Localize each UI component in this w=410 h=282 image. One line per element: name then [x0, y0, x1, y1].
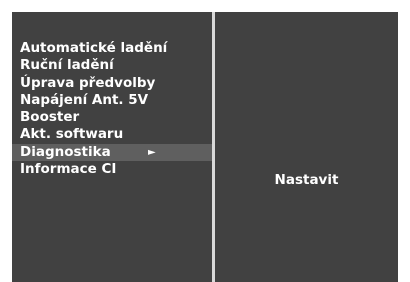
menu-item-automatic-tuning[interactable]: Automatické ladění	[12, 40, 212, 57]
set-option[interactable]: Nastavit	[215, 172, 398, 188]
menu-item-label: Booster	[20, 109, 80, 126]
menu-item-label: Informace CI	[20, 161, 117, 178]
menu-item-label: Ruční ladění	[20, 57, 114, 74]
menu-item-diagnostics[interactable]: Diagnostika ►	[12, 143, 212, 162]
menu-item-label: Úprava předvolby	[20, 74, 156, 91]
menu-item-label: Automatické ladění	[20, 40, 168, 56]
menu-item-label: Akt. softwaru	[20, 126, 124, 143]
tv-setup-screen: Automatické ladění Ruční ladění Úprava p…	[0, 0, 410, 282]
menu-panel: Automatické ladění Ruční ladění Úprava p…	[12, 12, 212, 282]
menu-list: Automatické ladění Ruční ladění Úprava p…	[12, 40, 212, 178]
menu-item-antenna-power[interactable]: Napájení Ant. 5V	[12, 92, 212, 109]
menu-item-ci-information[interactable]: Informace CI	[12, 161, 212, 178]
menu-item-software-update[interactable]: Akt. softwaru	[12, 126, 212, 143]
menu-item-label: Diagnostika	[20, 143, 111, 160]
menu-item-label: Napájení Ant. 5V	[20, 91, 149, 108]
menu-item-manual-tuning[interactable]: Ruční ladění	[12, 57, 212, 74]
right-arrow-icon: ►	[148, 146, 156, 158]
menu-item-program-edit[interactable]: Úprava předvolby	[12, 75, 212, 92]
menu-item-booster[interactable]: Booster	[12, 109, 212, 126]
submenu-panel: Nastavit	[215, 12, 398, 282]
